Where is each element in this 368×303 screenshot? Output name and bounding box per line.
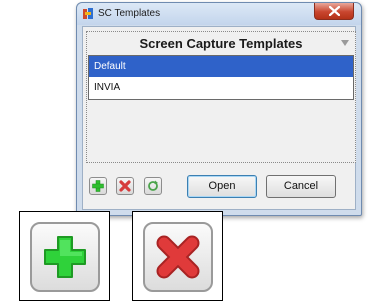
- templates-panel: Screen Capture Templates Default INVIA: [86, 31, 356, 163]
- zoomed-delete-button-face: [143, 222, 213, 292]
- list-item[interactable]: Default: [89, 56, 353, 77]
- app-icon: [83, 8, 93, 19]
- add-template-button[interactable]: [89, 177, 107, 195]
- chevron-down-icon[interactable]: [341, 40, 349, 46]
- templates-list: Default INVIA: [88, 55, 354, 100]
- sc-templates-window: SC Templates Screen Capture Templates De…: [76, 2, 362, 216]
- zoomed-add-button: [19, 211, 110, 301]
- delete-template-button[interactable]: [116, 177, 134, 195]
- cancel-button[interactable]: Cancel: [266, 175, 336, 198]
- refresh-icon: [148, 180, 158, 191]
- button-row: Open Cancel: [83, 174, 355, 200]
- close-icon: [329, 6, 340, 16]
- plus-icon: [44, 236, 86, 278]
- refresh-template-button[interactable]: [144, 177, 162, 195]
- x-icon: [156, 235, 200, 279]
- open-button[interactable]: Open: [187, 175, 257, 198]
- window-title: SC Templates: [98, 8, 161, 19]
- x-icon: [119, 180, 131, 192]
- list-item[interactable]: INVIA: [89, 77, 353, 98]
- plus-icon: [92, 180, 104, 192]
- title-bar[interactable]: SC Templates: [77, 3, 361, 25]
- zoomed-delete-button: [132, 211, 223, 301]
- zoomed-add-button-face: [30, 222, 100, 292]
- panel-title: Screen Capture Templates: [139, 36, 303, 51]
- dialog-client-area: Screen Capture Templates Default INVIA O…: [82, 26, 356, 210]
- panel-header[interactable]: Screen Capture Templates: [87, 32, 355, 54]
- close-button[interactable]: [314, 3, 354, 20]
